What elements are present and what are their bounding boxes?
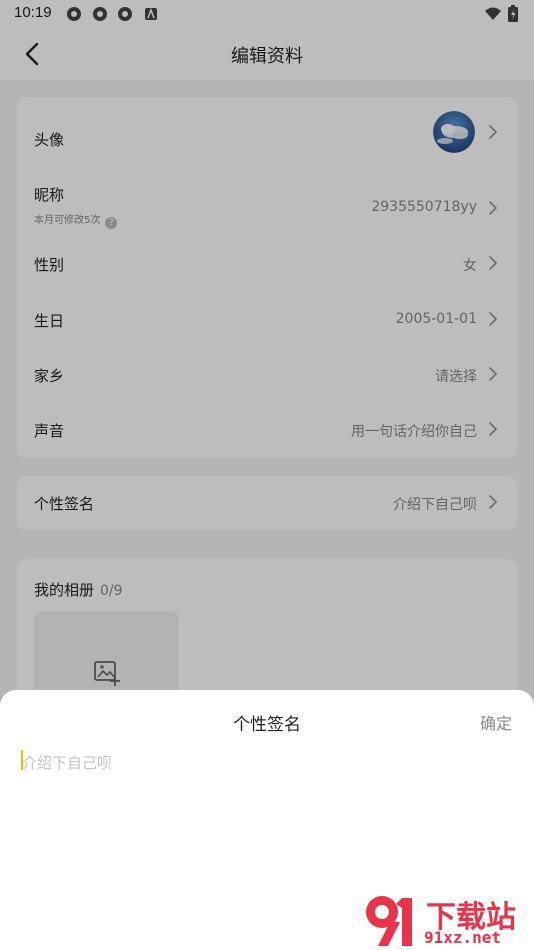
sheet-title: 个性签名: [233, 715, 301, 735]
watermark-url: 91xz.net: [424, 928, 502, 947]
confirm-button[interactable]: 确定: [480, 710, 512, 734]
edit-profile-screen: 10:19 编辑资料 头像 昵称 本月可修改5次? 2935550718yy 性…: [0, 0, 534, 950]
signature-input[interactable]: [22, 748, 502, 778]
signature-bottom-sheet: 个性签名 确定 下载站 91xz.net: [0, 690, 534, 950]
watermark: 下载站 91xz.net: [360, 892, 530, 948]
watermark-logo-icon: [366, 896, 412, 946]
